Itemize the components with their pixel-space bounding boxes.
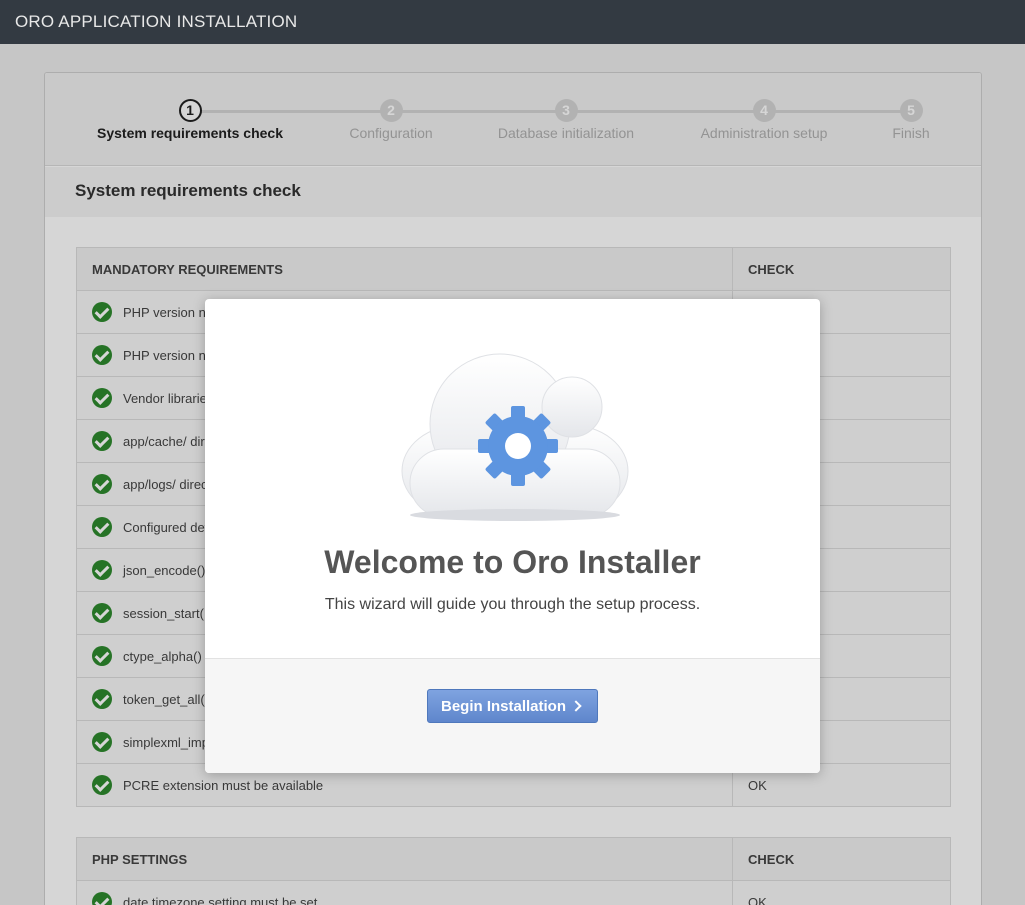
- modal-footer: Begin Installation: [205, 658, 820, 773]
- welcome-modal: Welcome to Oro Installer This wizard wil…: [205, 299, 820, 773]
- begin-installation-label: Begin Installation: [441, 697, 567, 715]
- modal-title: Welcome to Oro Installer: [324, 544, 701, 580]
- chevron-right-icon: [570, 700, 582, 712]
- begin-installation-button[interactable]: Begin Installation: [427, 689, 598, 723]
- app-header: ORO APPLICATION INSTALLATION: [0, 0, 1025, 44]
- modal-subtitle: This wizard will guide you through the s…: [324, 596, 701, 613]
- app-title: ORO APPLICATION INSTALLATION: [15, 12, 298, 31]
- cloud-gear-icon: [401, 353, 629, 521]
